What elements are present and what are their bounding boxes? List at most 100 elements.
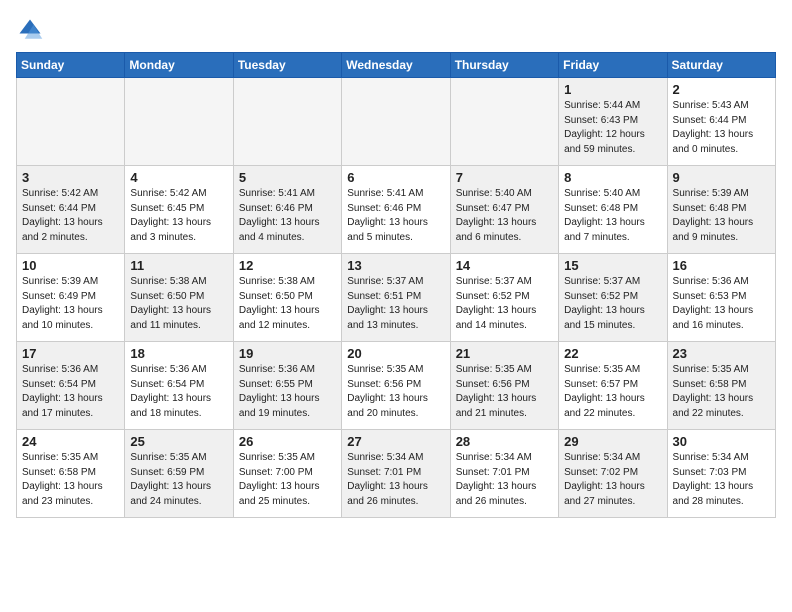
weekday-header-tuesday: Tuesday bbox=[233, 53, 341, 78]
calendar-cell: 17Sunrise: 5:36 AM Sunset: 6:54 PM Dayli… bbox=[17, 342, 125, 430]
day-info: Sunrise: 5:34 AM Sunset: 7:01 PM Dayligh… bbox=[456, 451, 553, 509]
day-number: 14 bbox=[456, 258, 553, 273]
calendar-cell bbox=[342, 78, 450, 166]
day-info: Sunrise: 5:35 AM Sunset: 6:58 PM Dayligh… bbox=[22, 451, 119, 509]
day-number: 23 bbox=[673, 346, 770, 361]
day-number: 12 bbox=[239, 258, 336, 273]
calendar-cell: 19 Sunrise: 5:36 AM Sunset: 6:55 PM Dayli… bbox=[233, 342, 341, 430]
day-number: 29 bbox=[564, 434, 661, 449]
day-info: Sunrise: 5:34 AM Sunset: 7:03 PM Dayligh… bbox=[673, 451, 770, 509]
weekday-header-saturday: Saturday bbox=[667, 53, 775, 78]
calendar-cell: 30Sunrise: 5:34 AM Sunset: 7:03 PM Dayli… bbox=[667, 430, 775, 518]
day-info: Sunrise: 5:34 AM Sunset: 7:01 PM Dayligh… bbox=[347, 451, 444, 509]
day-number: 18 bbox=[130, 346, 227, 361]
day-number: 21 bbox=[456, 346, 553, 361]
day-info: Sunrise: 5:37 AM Sunset: 6:52 PM Dayligh… bbox=[564, 275, 661, 333]
day-info: Sunrise: 5:40 AM Sunset: 6:48 PM Dayligh… bbox=[564, 187, 661, 245]
day-info: Sunrise: 5:40 AM Sunset: 6:47 PM Dayligh… bbox=[456, 187, 553, 245]
day-number: 20 bbox=[347, 346, 444, 361]
calendar-cell: 5Sunrise: 5:41 AM Sunset: 6:46 PM Daylig… bbox=[233, 166, 341, 254]
calendar-cell bbox=[233, 78, 341, 166]
calendar-cell bbox=[125, 78, 233, 166]
day-number: 4 bbox=[130, 170, 227, 185]
calendar-cell: 12 Sunrise: 5:38 AM Sunset: 6:50 PM Dayli… bbox=[233, 254, 341, 342]
weekday-header-friday: Friday bbox=[559, 53, 667, 78]
day-number: 24 bbox=[22, 434, 119, 449]
day-info: Sunrise: 5:39 AM Sunset: 6:49 PM Dayligh… bbox=[22, 275, 119, 333]
week-row-5: 24 Sunrise: 5:35 AM Sunset: 6:58 PM Dayli… bbox=[17, 430, 776, 518]
day-info: Sunrise: 5:35 AM Sunset: 6:59 PM Dayligh… bbox=[130, 451, 227, 509]
day-info: Sunrise: 5:35 AM Sunset: 6:56 PM Dayligh… bbox=[456, 363, 553, 421]
day-info: Sunrise: 5:34 AM Sunset: 7:02 PM Dayligh… bbox=[564, 451, 661, 509]
day-number: 3 bbox=[22, 170, 119, 185]
page-header bbox=[16, 16, 776, 44]
day-number: 7 bbox=[456, 170, 553, 185]
day-info: Sunrise: 5:41 AM Sunset: 6:46 PM Dayligh… bbox=[347, 187, 444, 245]
day-number: 15 bbox=[564, 258, 661, 273]
day-info: Sunrise: 5:36 AM Sunset: 6:54 PM Dayligh… bbox=[22, 363, 119, 421]
calendar-cell: 6 Sunrise: 5:41 AM Sunset: 6:46 PM Daylig… bbox=[342, 166, 450, 254]
weekday-header-wednesday: Wednesday bbox=[342, 53, 450, 78]
calendar-cell: 8 Sunrise: 5:40 AM Sunset: 6:48 PM Daylig… bbox=[559, 166, 667, 254]
day-number: 22 bbox=[564, 346, 661, 361]
day-number: 27 bbox=[347, 434, 444, 449]
day-info: Sunrise: 5:43 AM Sunset: 6:44 PM Dayligh… bbox=[673, 99, 770, 157]
week-row-4: 17Sunrise: 5:36 AM Sunset: 6:54 PM Dayli… bbox=[17, 342, 776, 430]
day-number: 1 bbox=[564, 82, 661, 97]
calendar-cell: 28Sunrise: 5:34 AM Sunset: 7:01 PM Dayli… bbox=[450, 430, 558, 518]
day-number: 11 bbox=[130, 258, 227, 273]
day-info: Sunrise: 5:41 AM Sunset: 6:46 PM Dayligh… bbox=[239, 187, 336, 245]
calendar-cell: 27 Sunrise: 5:34 AM Sunset: 7:01 PM Dayli… bbox=[342, 430, 450, 518]
calendar-table: SundayMondayTuesdayWednesdayThursdayFrid… bbox=[16, 52, 776, 518]
calendar-cell: 25 Sunrise: 5:35 AM Sunset: 6:59 PM Dayli… bbox=[125, 430, 233, 518]
calendar-cell: 18 Sunrise: 5:36 AM Sunset: 6:54 PM Dayli… bbox=[125, 342, 233, 430]
calendar-cell: 1 Sunrise: 5:44 AM Sunset: 6:43 PM Daylig… bbox=[559, 78, 667, 166]
weekday-header-thursday: Thursday bbox=[450, 53, 558, 78]
day-info: Sunrise: 5:36 AM Sunset: 6:55 PM Dayligh… bbox=[239, 363, 336, 421]
calendar-cell: 26Sunrise: 5:35 AM Sunset: 7:00 PM Dayli… bbox=[233, 430, 341, 518]
day-info: Sunrise: 5:42 AM Sunset: 6:44 PM Dayligh… bbox=[22, 187, 119, 245]
calendar-cell: 4 Sunrise: 5:42 AM Sunset: 6:45 PM Daylig… bbox=[125, 166, 233, 254]
day-info: Sunrise: 5:37 AM Sunset: 6:52 PM Dayligh… bbox=[456, 275, 553, 333]
day-info: Sunrise: 5:44 AM Sunset: 6:43 PM Dayligh… bbox=[564, 99, 661, 157]
day-info: Sunrise: 5:36 AM Sunset: 6:53 PM Dayligh… bbox=[673, 275, 770, 333]
week-row-2: 3 Sunrise: 5:42 AM Sunset: 6:44 PM Daylig… bbox=[17, 166, 776, 254]
day-info: Sunrise: 5:35 AM Sunset: 7:00 PM Dayligh… bbox=[239, 451, 336, 509]
calendar-cell: 15 Sunrise: 5:37 AM Sunset: 6:52 PM Dayli… bbox=[559, 254, 667, 342]
calendar-cell: 11 Sunrise: 5:38 AM Sunset: 6:50 PM Dayli… bbox=[125, 254, 233, 342]
day-number: 16 bbox=[673, 258, 770, 273]
day-number: 25 bbox=[130, 434, 227, 449]
calendar-cell: 14 Sunrise: 5:37 AM Sunset: 6:52 PM Dayli… bbox=[450, 254, 558, 342]
day-number: 19 bbox=[239, 346, 336, 361]
calendar-cell: 10 Sunrise: 5:39 AM Sunset: 6:49 PM Dayli… bbox=[17, 254, 125, 342]
calendar-cell: 9 Sunrise: 5:39 AM Sunset: 6:48 PM Daylig… bbox=[667, 166, 775, 254]
calendar-cell: 3 Sunrise: 5:42 AM Sunset: 6:44 PM Daylig… bbox=[17, 166, 125, 254]
week-row-1: 1 Sunrise: 5:44 AM Sunset: 6:43 PM Daylig… bbox=[17, 78, 776, 166]
calendar-cell: 29 Sunrise: 5:34 AM Sunset: 7:02 PM Dayli… bbox=[559, 430, 667, 518]
calendar-cell: 20 Sunrise: 5:35 AM Sunset: 6:56 PM Dayli… bbox=[342, 342, 450, 430]
day-number: 8 bbox=[564, 170, 661, 185]
day-info: Sunrise: 5:35 AM Sunset: 6:56 PM Dayligh… bbox=[347, 363, 444, 421]
day-info: Sunrise: 5:38 AM Sunset: 6:50 PM Dayligh… bbox=[239, 275, 336, 333]
weekday-header-row: SundayMondayTuesdayWednesdayThursdayFrid… bbox=[17, 53, 776, 78]
week-row-3: 10 Sunrise: 5:39 AM Sunset: 6:49 PM Dayli… bbox=[17, 254, 776, 342]
logo bbox=[16, 16, 48, 44]
day-info: Sunrise: 5:42 AM Sunset: 6:45 PM Dayligh… bbox=[130, 187, 227, 245]
calendar-cell: 7 Sunrise: 5:40 AM Sunset: 6:47 PM Daylig… bbox=[450, 166, 558, 254]
day-info: Sunrise: 5:35 AM Sunset: 6:57 PM Dayligh… bbox=[564, 363, 661, 421]
day-info: Sunrise: 5:35 AM Sunset: 6:58 PM Dayligh… bbox=[673, 363, 770, 421]
day-number: 6 bbox=[347, 170, 444, 185]
day-info: Sunrise: 5:36 AM Sunset: 6:54 PM Dayligh… bbox=[130, 363, 227, 421]
day-info: Sunrise: 5:38 AM Sunset: 6:50 PM Dayligh… bbox=[130, 275, 227, 333]
weekday-header-monday: Monday bbox=[125, 53, 233, 78]
day-number: 9 bbox=[673, 170, 770, 185]
day-number: 10 bbox=[22, 258, 119, 273]
day-info: Sunrise: 5:39 AM Sunset: 6:48 PM Dayligh… bbox=[673, 187, 770, 245]
calendar-cell bbox=[450, 78, 558, 166]
day-number: 13 bbox=[347, 258, 444, 273]
calendar-cell: 22 Sunrise: 5:35 AM Sunset: 6:57 PM Dayli… bbox=[559, 342, 667, 430]
calendar-cell: 2Sunrise: 5:43 AM Sunset: 6:44 PM Daylig… bbox=[667, 78, 775, 166]
weekday-header-sunday: Sunday bbox=[17, 53, 125, 78]
day-info: Sunrise: 5:37 AM Sunset: 6:51 PM Dayligh… bbox=[347, 275, 444, 333]
calendar-cell: 23 Sunrise: 5:35 AM Sunset: 6:58 PM Dayli… bbox=[667, 342, 775, 430]
